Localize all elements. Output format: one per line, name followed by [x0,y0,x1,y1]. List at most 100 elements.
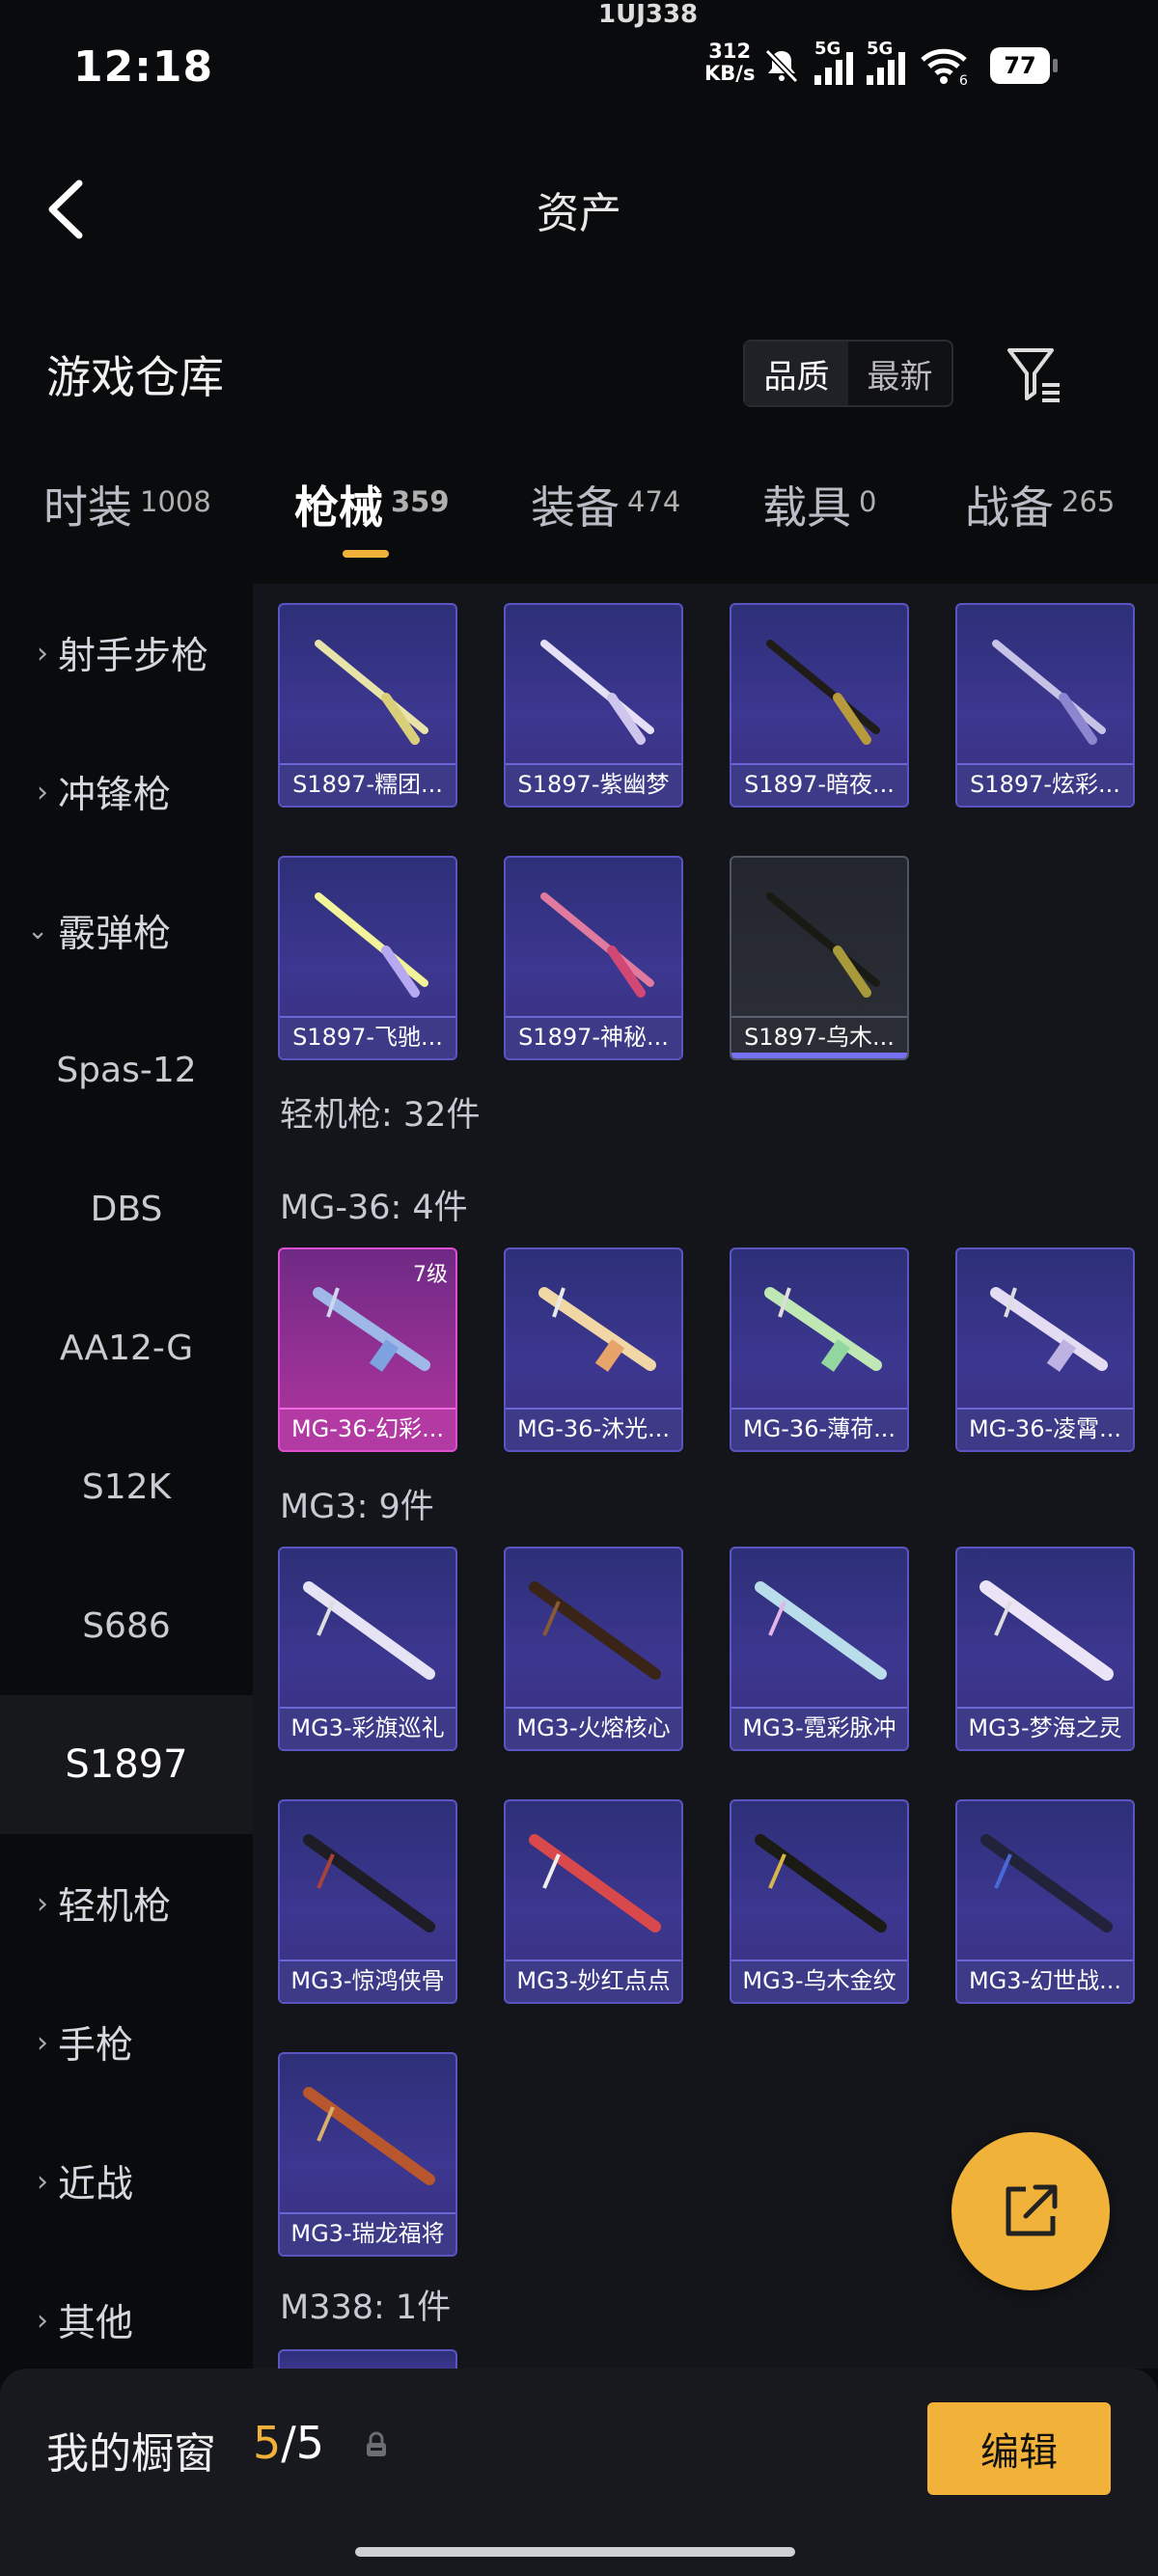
item-card[interactable]: S1897-神秘... [504,856,683,1060]
item-card[interactable]: S1897-乌木... [730,856,909,1060]
item-name: MG3-瑞龙福将 [280,2212,455,2255]
item-card[interactable]: S1897-炫彩... [955,603,1135,808]
item-name: S1897-糯团... [280,763,455,806]
sidebar-sub-spas12[interactable]: Spas-12 [0,1000,253,1139]
item-name: MG-36-幻彩... [280,1408,455,1450]
tab-guns[interactable]: 枪械 359 [294,473,450,558]
item-name: MG3-彩旗巡礼 [280,1707,455,1749]
sidebar-item-label: 近战 [58,2163,134,2206]
sidebar-item-smg[interactable]: › 冲锋枪 [0,723,253,862]
sig1-label: 5G [814,39,841,59]
item-name: S1897-飞驰... [280,1016,455,1058]
sidebar-item-label: 手枪 [58,2024,134,2068]
tab-fashion[interactable]: 时装 1008 [43,473,211,536]
shotgun-icon [766,892,880,998]
item-card[interactable]: MG3-梦海之灵 [955,1547,1135,1751]
sidebar-item-label: 其他 [58,2302,134,2345]
chevron-right-icon: › [37,2164,48,2199]
sidebar-sub-s1897[interactable]: S1897 [0,1695,253,1834]
tab-count: 265 [1062,485,1116,518]
item-card[interactable]: MG3-惊鸿侠骨 [278,1799,457,2004]
item-card[interactable]: MG-36-凌霄... [955,1247,1135,1452]
sidebar-item-pistol[interactable]: › 手枪 [0,1973,253,2112]
mute-bell-icon [764,48,799,84]
item-name: MG-36-沐光... [506,1408,681,1450]
machine-gun-icon [313,1287,430,1372]
item-card[interactable]: MG3-幻世战... [955,1799,1135,2004]
active-tab-indicator [343,550,389,558]
item-card[interactable]: MG3-火熔核心 [504,1547,683,1751]
home-indicator[interactable] [355,2547,795,2557]
tab-label: 时装 [43,481,132,534]
item-card[interactable]: S1897-紫幽梦 [504,603,683,808]
showcase-count: 5/5 [253,2417,324,2469]
sort-newest-button[interactable]: 最新 [848,342,951,405]
tab-label: 载具 [762,481,851,534]
item-card[interactable]: MG3-瑞龙福将 [278,2052,457,2257]
showcase-total: /5 [281,2417,325,2469]
item-card[interactable]: S1897-糯团... [278,603,457,808]
tab-label: 装备 [531,481,620,534]
sidebar-item-shotgun[interactable]: ⌄ 霰弹枪 [0,862,253,1000]
status-bar: 1UJ338 12:18 312 KB/s 5G 5G 6 77 [0,0,1158,135]
selection-underline [731,1053,907,1058]
sidebar-item-marksman[interactable]: › 射手步枪 [0,584,253,723]
group-header-m338: M338: 1件 [280,2288,452,2327]
machine-gun-icon [755,1581,887,1680]
chevron-right-icon: › [37,636,48,671]
item-card[interactable]: S1897-暗夜... [730,603,909,808]
item-name: MG-36-凌霄... [957,1408,1133,1450]
sidebar-sub-s12k[interactable]: S12K [0,1417,253,1556]
item-name: S1897-紫幽梦 [506,763,681,806]
machine-gun-icon [979,1580,1114,1681]
item-card[interactable]: MG3-霓彩脉冲 [730,1547,909,1751]
tab-equipment[interactable]: 装备 474 [531,473,680,536]
item-card[interactable] [278,2349,457,2369]
machine-gun-icon [764,1287,882,1372]
sidebar-sub-aa12g[interactable]: AA12-G [0,1278,253,1417]
item-name: MG3-梦海之灵 [957,1707,1133,1749]
sidebar-sub-s686[interactable]: S686 [0,1556,253,1695]
machine-gun-icon [538,1287,656,1372]
item-card[interactable]: 7级 MG-36-幻彩... [278,1247,457,1452]
share-button[interactable] [951,2132,1110,2290]
group-header-mg36: MG-36: 4件 [280,1189,468,1227]
sidebar-item-melee[interactable]: › 近战 [0,2112,253,2251]
item-card[interactable]: MG3-彩旗巡礼 [278,1547,457,1751]
status-icons: 5G 5G 6 77 [762,39,1058,89]
tab-vehicles[interactable]: 载具 0 [762,473,876,536]
tab-supplies[interactable]: 战备 265 [965,473,1115,536]
sig2-label: 5G [867,39,894,59]
tab-count: 474 [627,485,681,518]
category-tabs: 时装 1008 枪械 359 装备 474 载具 0 战备 265 [0,473,1158,560]
item-name: MG3-幻世战... [957,1959,1133,2002]
shotgun-icon [315,640,428,745]
lock-icon [367,2431,386,2456]
edit-button[interactable]: 编辑 [927,2402,1111,2495]
item-name: MG3-乌木金纹 [731,1959,907,2002]
showcase-current: 5 [253,2417,282,2469]
item-card[interactable]: MG-36-薄荷... [730,1247,909,1452]
clock: 12:18 [73,42,214,92]
machine-gun-icon [303,1834,435,1932]
sidebar-item-label: 轻机枪 [58,1885,172,1929]
section-title: 游戏仓库 [46,351,224,403]
tab-count: 1008 [140,485,211,518]
sidebar-sub-dbs[interactable]: DBS [0,1139,253,1278]
chevron-right-icon: › [37,2303,48,2338]
sort-quality-button[interactable]: 品质 [745,342,848,405]
item-card[interactable]: S1897-飞驰... [278,856,457,1060]
sidebar-item-label: 冲锋枪 [58,774,172,817]
chevron-right-icon: › [37,2025,48,2060]
showcase-label: 我的橱窗 [46,2429,216,2479]
shotgun-icon [766,640,880,745]
item-card[interactable]: MG3-妙红点点 [504,1799,683,2004]
item-name: MG3-火熔核心 [506,1707,681,1749]
filter-icon[interactable] [1004,343,1065,404]
item-card[interactable]: MG3-乌木金纹 [730,1799,909,2004]
machine-gun-icon [303,2087,435,2185]
sidebar-item-lmg[interactable]: › 轻机枪 [0,1834,253,1973]
wifi-label: 6 [959,73,968,85]
asset-page: 1UJ338 12:18 312 KB/s 5G 5G 6 77 资产 游戏仓库… [0,0,1158,2576]
item-card[interactable]: MG-36-沐光... [504,1247,683,1452]
